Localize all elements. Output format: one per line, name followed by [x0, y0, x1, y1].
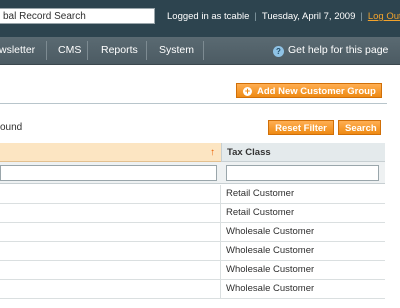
nav-item-reports[interactable]: Reports [101, 37, 138, 64]
nav-divider [46, 41, 47, 60]
main-navigation: wsletter CMS Reports System ? Get help fo… [0, 37, 400, 65]
table-row[interactable]: Wholesale Customer [0, 242, 385, 261]
nav-item-cms[interactable]: CMS [58, 37, 81, 64]
admin-header: bal Record Search Logged in as tcable | Tu… [0, 0, 400, 37]
group-cell [0, 242, 221, 260]
help-icon: ? [273, 46, 284, 57]
group-filter-input[interactable] [0, 165, 217, 181]
tax-class-cell: Wholesale Customer [226, 283, 315, 294]
group-cell [0, 223, 221, 241]
add-new-customer-group-button[interactable]: + Add New Customer Group [236, 83, 382, 98]
table-row[interactable]: Retail Customer [0, 204, 385, 223]
tax-class-cell: Retail Customer [226, 207, 295, 218]
nav-item-newsletter[interactable]: wsletter [0, 37, 35, 64]
reset-filter-button[interactable]: Reset Filter [268, 120, 334, 135]
header-user-info: Logged in as tcable | Tuesday, April 7, 20… [167, 11, 400, 22]
header-date: Tuesday, April 7, 2009 [261, 11, 356, 22]
table-row[interactable]: Wholesale Customer [0, 280, 385, 299]
group-cell [0, 185, 221, 203]
column-header-group-sorted[interactable]: ↑ [0, 143, 221, 162]
group-cell [0, 280, 221, 298]
filter-row [0, 162, 385, 184]
logged-in-label: Logged in as tcable [167, 11, 250, 22]
help-label: Get help for this page [288, 44, 389, 56]
tax-class-cell: Wholesale Customer [226, 245, 315, 256]
plus-icon: + [243, 86, 252, 96]
tax-class-filter-input[interactable] [226, 165, 379, 181]
search-button[interactable]: Search [338, 120, 381, 135]
logout-link[interactable]: Log Out [368, 11, 400, 22]
nav-item-system[interactable]: System [159, 37, 194, 64]
tax-class-cell: Retail Customer [226, 188, 295, 199]
content-divider [0, 103, 387, 104]
global-record-search-input[interactable]: bal Record Search [0, 8, 155, 24]
group-cell [0, 204, 221, 222]
nav-divider [203, 41, 204, 60]
table-row[interactable]: Retail Customer [0, 185, 385, 204]
table-row[interactable]: Wholesale Customer [0, 223, 385, 242]
table-row[interactable]: Wholesale Customer [0, 261, 385, 280]
column-header-tax-class[interactable]: Tax Class [221, 143, 385, 162]
add-group-label: Add New Customer Group [257, 86, 376, 97]
nav-divider [87, 41, 88, 60]
sort-asc-icon: ↑ [210, 147, 215, 158]
tax-class-cell: Wholesale Customer [226, 226, 315, 237]
help-link[interactable]: ? Get help for this page [273, 37, 388, 64]
records-found-text: ound [0, 122, 23, 133]
header-separator: | [360, 11, 363, 22]
group-cell [0, 261, 221, 279]
header-separator: | [254, 11, 257, 22]
nav-divider [146, 41, 147, 60]
tax-class-cell: Wholesale Customer [226, 264, 315, 275]
